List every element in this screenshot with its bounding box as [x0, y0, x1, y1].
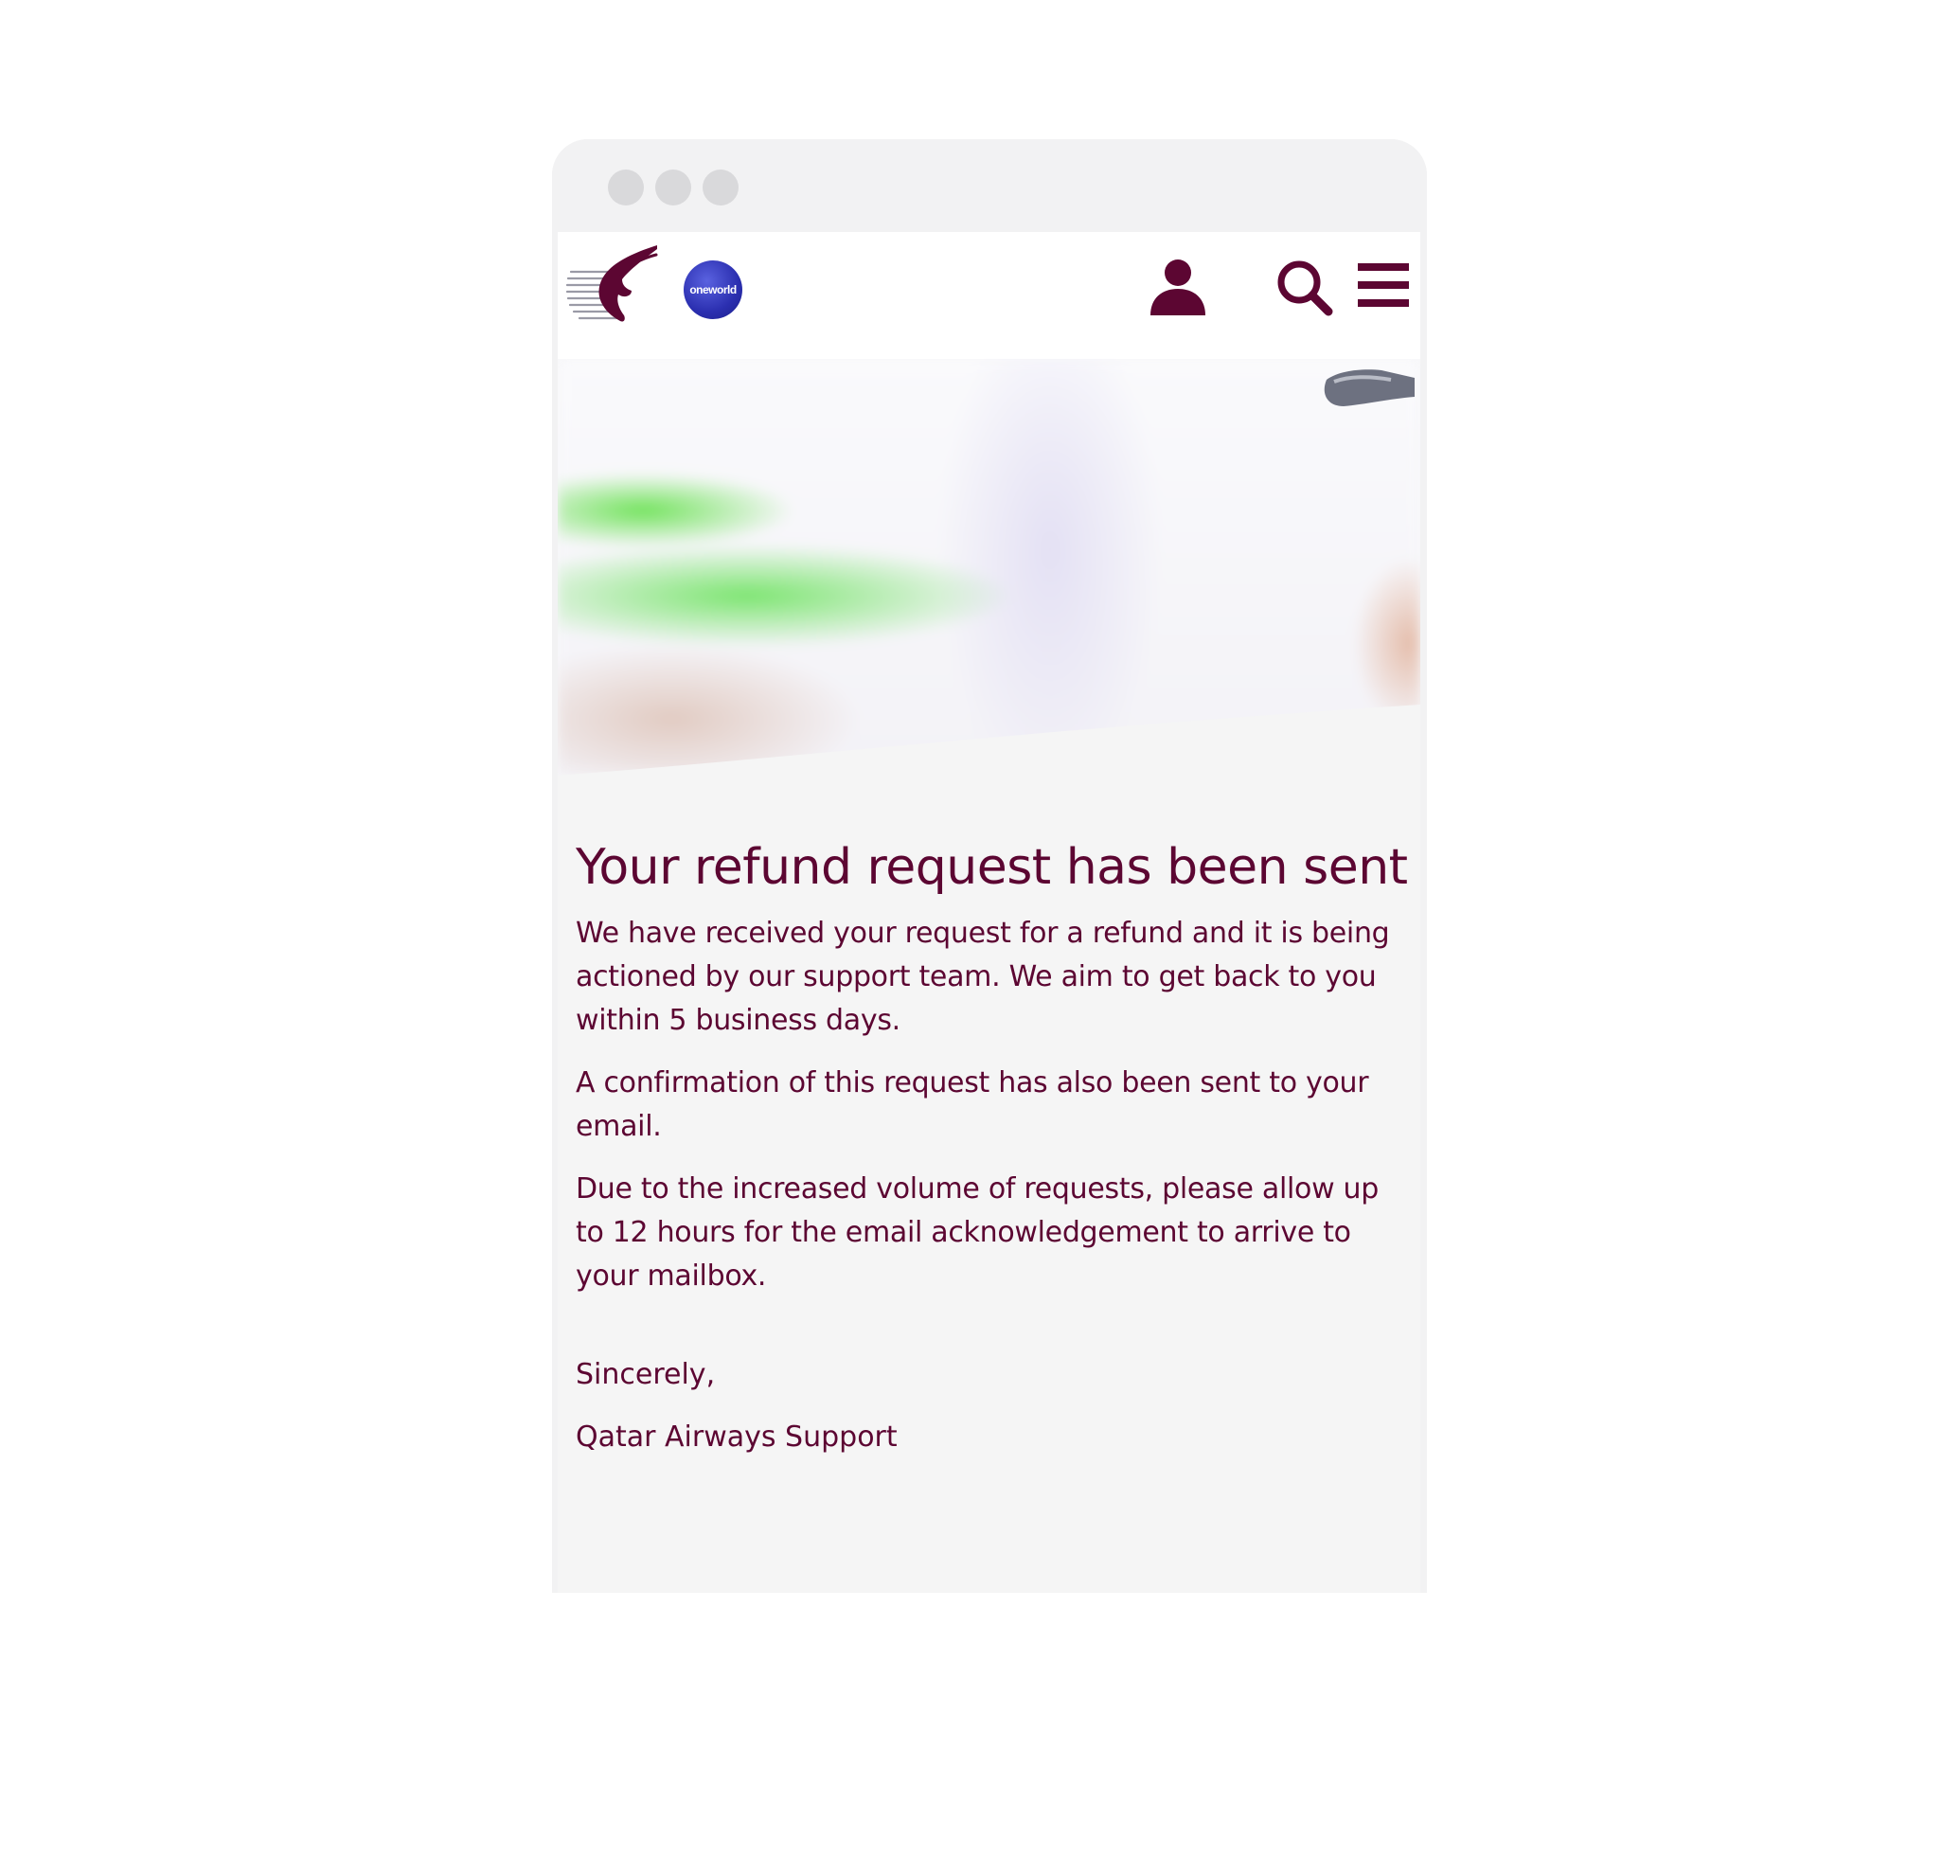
window-maximize-dot[interactable]	[703, 170, 739, 205]
oneworld-logo-text: oneworld	[689, 283, 737, 296]
message-paragraph-volume: Due to the increased volume of requests,…	[576, 1172, 1380, 1293]
signoff-text: Sincerely,	[576, 1358, 716, 1391]
menu-icon[interactable]	[1358, 262, 1409, 308]
window-close-dot[interactable]	[608, 170, 644, 205]
page-viewport: oneworld Your refund request has been se…	[558, 232, 1420, 1593]
confirmation-message: Your refund request has been sent We hav…	[576, 838, 1409, 1459]
site-header: oneworld	[558, 232, 1420, 359]
signature-text: Qatar Airways Support	[576, 1420, 898, 1454]
browser-titlebar	[552, 139, 1427, 232]
hero-image	[558, 359, 1420, 776]
message-paragraph-confirmation: A confirmation of this request has also …	[576, 1066, 1369, 1143]
search-icon[interactable]	[1275, 259, 1334, 317]
qatar-airways-logo[interactable]	[565, 243, 660, 329]
page-title: Your refund request has been sent	[576, 839, 1408, 896]
user-icon[interactable]	[1149, 257, 1207, 315]
oneworld-logo[interactable]: oneworld	[684, 260, 742, 319]
window-minimize-dot[interactable]	[655, 170, 691, 205]
message-paragraph-received: We have received your request for a refu…	[576, 917, 1390, 1037]
hero-decoration	[558, 369, 1420, 776]
browser-window: oneworld Your refund request has been se…	[552, 139, 1427, 1593]
